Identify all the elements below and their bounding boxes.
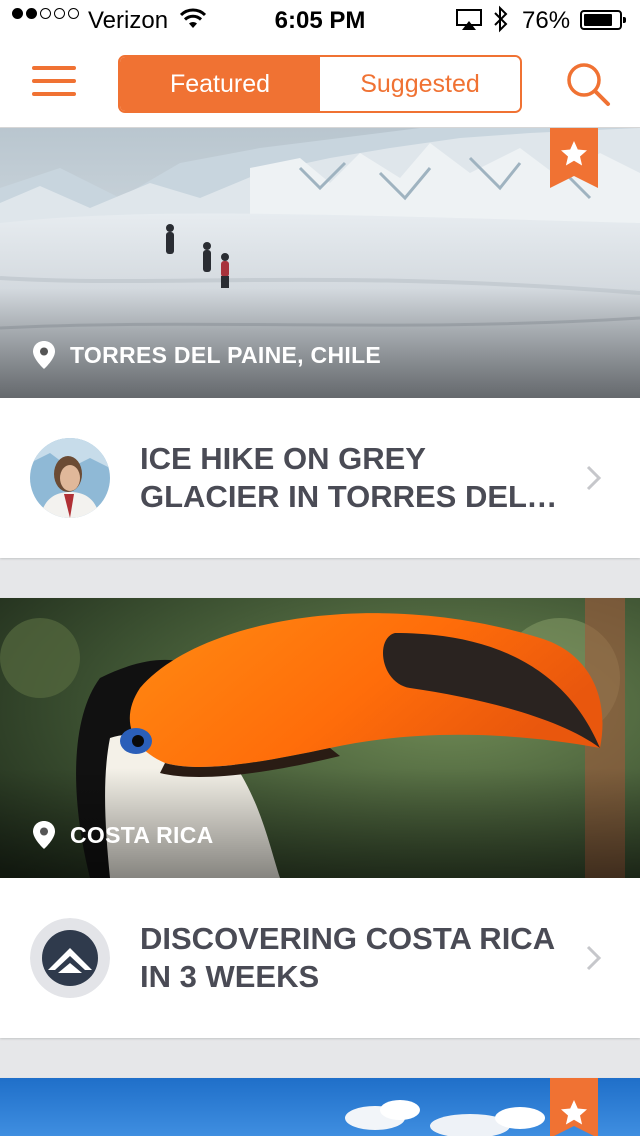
trip-card-image[interactable]: COSTA RICA bbox=[0, 598, 640, 878]
location-text: TORRES DEL PAINE, CHILE bbox=[70, 341, 382, 368]
chevron-right-icon bbox=[586, 465, 602, 491]
airplay-icon bbox=[456, 9, 482, 30]
trip-card[interactable]: TORRES DEL PAINE, CHILE ICE HIKE ON GREY… bbox=[0, 128, 640, 558]
map-pin-icon bbox=[33, 341, 55, 369]
segmented-control: Featured Suggested bbox=[118, 55, 522, 113]
featured-star-icon[interactable] bbox=[550, 1078, 598, 1136]
trip-card[interactable]: COSTA RICA DISCOVERING COSTA RICA IN 3 W… bbox=[0, 598, 640, 1038]
battery-percent: 76% bbox=[522, 7, 571, 34]
author-avatar bbox=[30, 918, 110, 998]
author-avatar bbox=[30, 438, 110, 518]
battery-icon bbox=[580, 10, 626, 30]
location-text: COSTA RICA bbox=[70, 821, 214, 848]
trip-card-body[interactable]: DISCOVERING COSTA RICA IN 3 WEEKS bbox=[0, 878, 640, 1038]
trip-card-image[interactable]: TORRES DEL PAINE, CHILE bbox=[0, 128, 640, 398]
trip-card-body[interactable]: ICE HIKE ON GREY GLACIER IN TORRES DEL P… bbox=[0, 398, 640, 558]
hamburger-menu-icon[interactable] bbox=[32, 66, 78, 98]
top-nav-bar: Featured Suggested bbox=[0, 40, 640, 128]
chevron-right-icon bbox=[586, 945, 602, 971]
search-icon[interactable] bbox=[564, 60, 612, 108]
sky-photo bbox=[0, 1078, 640, 1136]
map-pin-icon bbox=[33, 821, 55, 849]
status-bar: Verizon 6:05 PM 76% bbox=[0, 0, 640, 40]
trip-title: ICE HIKE ON GREY GLACIER IN TORRES DEL P… bbox=[140, 441, 527, 514]
trip-card[interactable] bbox=[0, 1078, 640, 1136]
tab-featured[interactable]: Featured bbox=[120, 57, 320, 111]
featured-star-icon[interactable] bbox=[550, 128, 598, 188]
tab-suggested[interactable]: Suggested bbox=[320, 57, 520, 111]
trip-card-image[interactable] bbox=[0, 1078, 640, 1136]
trip-title: DISCOVERING COSTA RICA IN 3 WEEKS bbox=[140, 921, 554, 994]
location-label: TORRES DEL PAINE, CHILE bbox=[32, 340, 381, 370]
location-label: COSTA RICA bbox=[32, 820, 214, 850]
bluetooth-icon bbox=[494, 5, 508, 33]
